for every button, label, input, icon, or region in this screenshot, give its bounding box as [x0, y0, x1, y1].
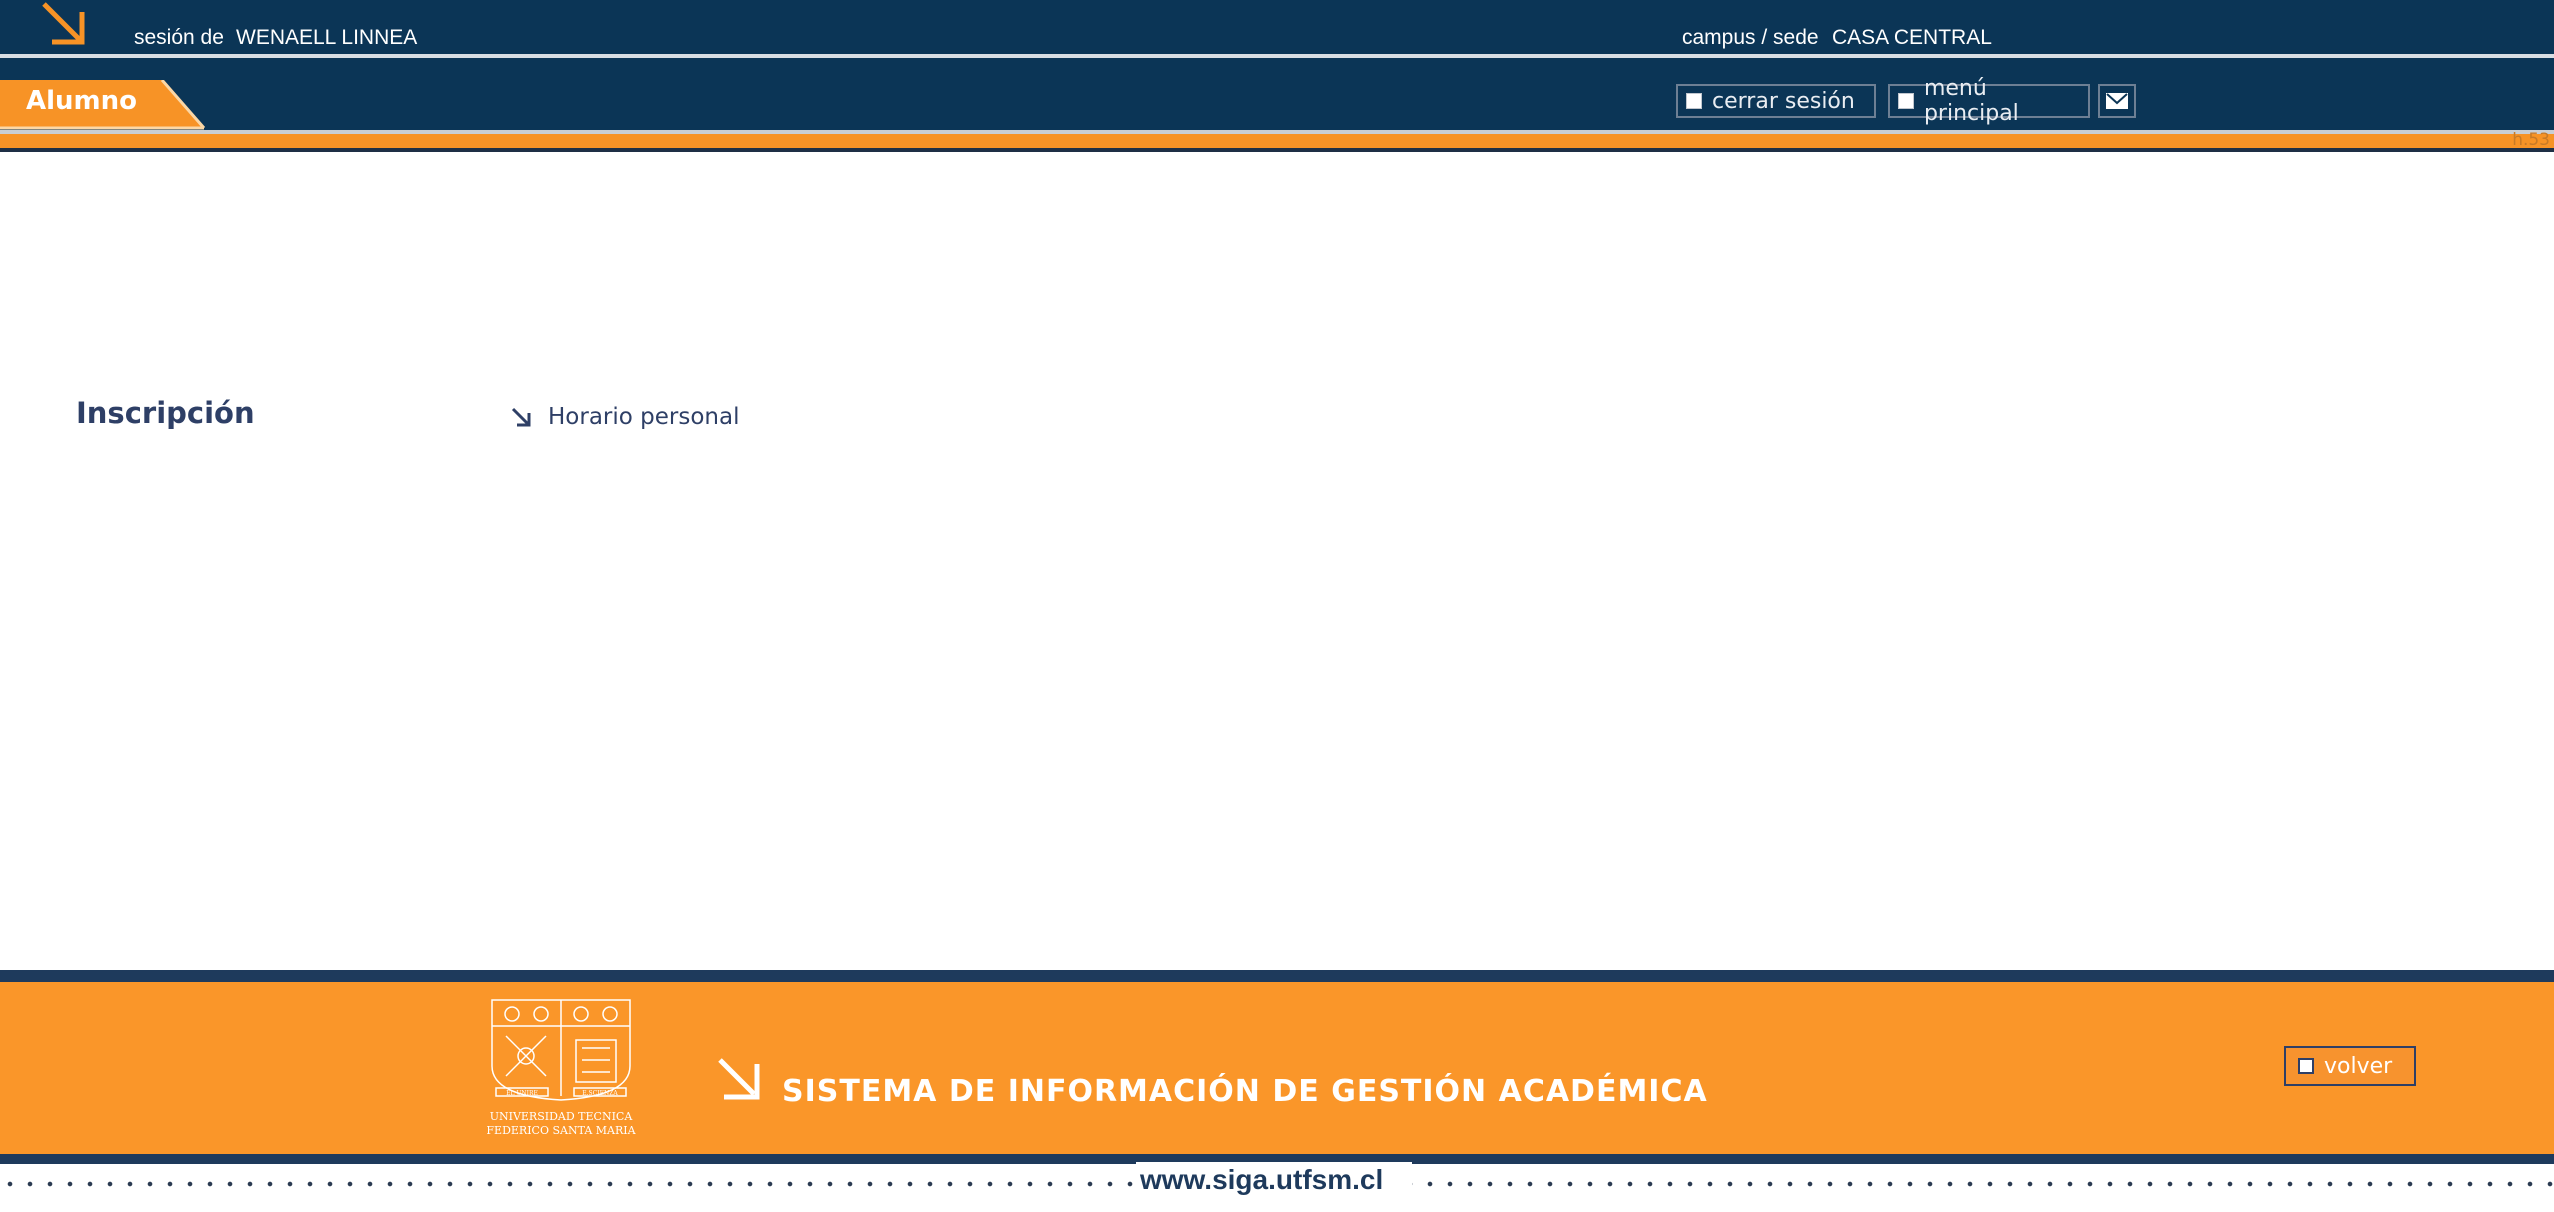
university-name-line2: FEDERICO SANTA MARIA [486, 1124, 636, 1137]
envelope-icon [2106, 93, 2128, 109]
role-tab-label: Alumno [26, 86, 138, 116]
session-user-name: WENAELL LINNEA [236, 26, 418, 49]
logo-arrow-icon [42, 2, 85, 45]
back-button-label: volver [2324, 1053, 2393, 1079]
checkbox-icon [1686, 93, 1702, 109]
section-title-inscripcion: Inscripción [76, 396, 255, 430]
university-crest-logo: EL UNIRE E.SCIENZA UNIVERSIDAD TECNICA F… [486, 999, 636, 1137]
mail-button[interactable] [2098, 84, 2136, 118]
header-bottom-bar [0, 58, 2554, 130]
checkbox-icon [2298, 1058, 2314, 1074]
header-orange-strip [0, 134, 2554, 148]
university-name-line1: UNIVERSIDAD TECNICA [490, 1110, 634, 1123]
footer-url: www.siga.utfsm.cl [1140, 1164, 1384, 1195]
arrow-down-right-icon [511, 407, 531, 427]
main-menu-button-label: menú principal [1923, 76, 2019, 126]
page-code: h.53 [2512, 130, 2550, 150]
logout-button[interactable]: cerrar sesión [1676, 84, 1876, 118]
logout-button-label: cerrar sesión [1712, 88, 1855, 114]
checkbox-icon [1898, 93, 1914, 109]
crest-motto-left: EL UNIRE [506, 1090, 538, 1097]
campus-label: campus / sede [1682, 26, 1819, 49]
personal-schedule-link[interactable]: Horario personal [548, 404, 739, 430]
crest-motto-right: E.SCIENZA [582, 1090, 618, 1097]
back-button[interactable]: volver [2284, 1046, 2416, 1086]
header-dark-strip [0, 148, 2554, 152]
session-label: sesión de [134, 26, 224, 49]
system-name: SISTEMA DE INFORMACIÓN DE GESTIÓN ACADÉM… [782, 1074, 1708, 1109]
campus-value: CASA CENTRAL [1832, 26, 1992, 49]
main-menu-button[interactable]: menú principal [1888, 76, 2090, 126]
footer-top-strip [0, 970, 2554, 982]
system-arrow-icon [718, 1058, 760, 1100]
footer-banner [0, 982, 2554, 1154]
